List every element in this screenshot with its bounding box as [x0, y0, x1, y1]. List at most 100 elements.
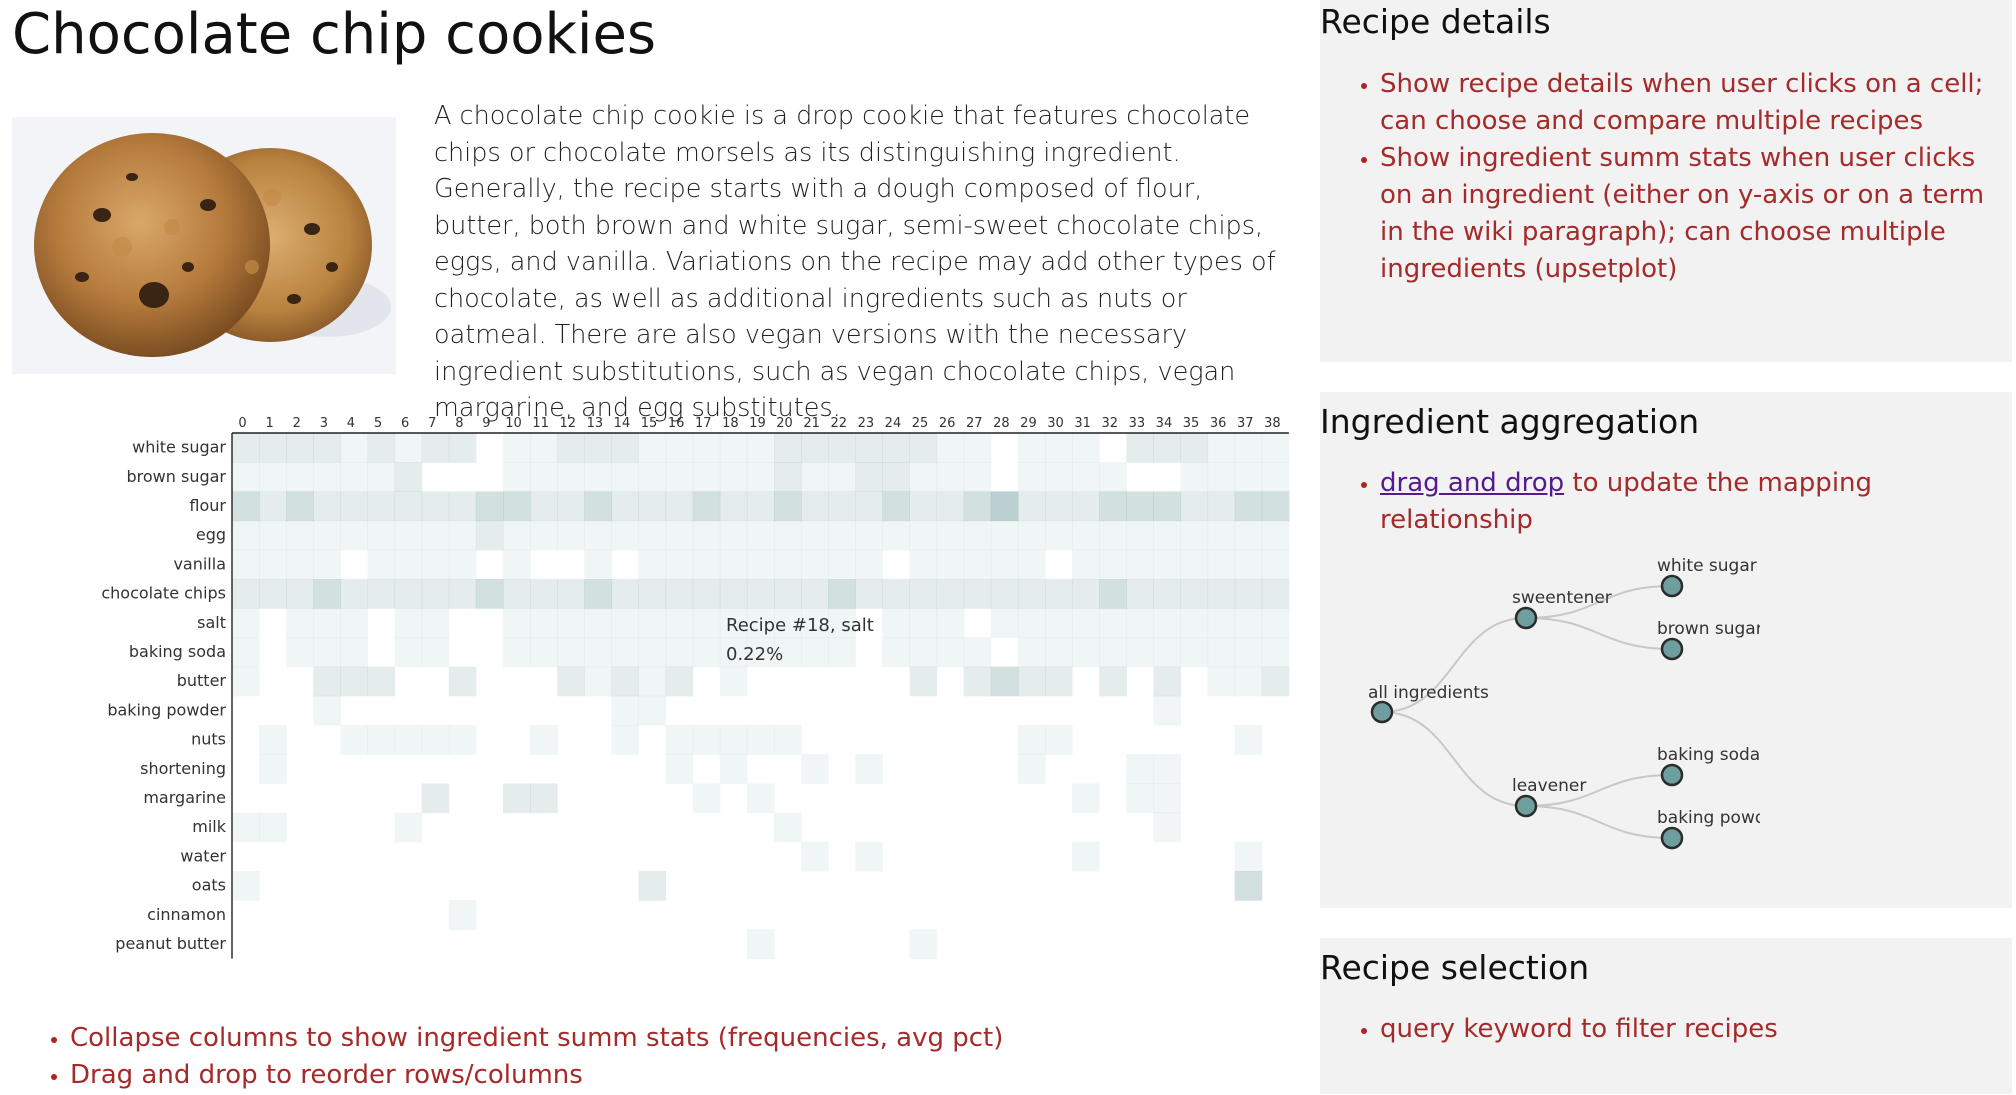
heatmap-column-label[interactable]: 23 [858, 416, 875, 431]
heatmap-column-label[interactable]: 13 [587, 416, 604, 431]
heatmap-cell[interactable] [1153, 433, 1181, 463]
heatmap-cell[interactable] [557, 433, 585, 463]
heatmap-cell[interactable] [801, 491, 829, 522]
heatmap-cell[interactable] [665, 520, 694, 551]
heatmap-row-label[interactable]: egg [196, 525, 226, 544]
heatmap-column-label[interactable]: 30 [1047, 416, 1064, 431]
heatmap-cell[interactable] [1072, 783, 1100, 814]
heatmap-cell[interactable] [855, 433, 883, 463]
heatmap-cell[interactable] [719, 725, 748, 755]
heatmap-cell[interactable] [909, 491, 938, 522]
heatmap-cell[interactable] [774, 433, 802, 463]
heatmap-cell[interactable] [1126, 637, 1154, 668]
heatmap-row-label[interactable]: baking powder [107, 700, 226, 719]
heatmap-cell[interactable] [1207, 637, 1236, 668]
heatmap-row-label[interactable]: oats [192, 876, 226, 895]
heatmap-row-label[interactable]: flour [189, 496, 226, 515]
heatmap-column-label[interactable]: 33 [1129, 416, 1146, 431]
heatmap-cell[interactable] [1234, 549, 1263, 580]
heatmap-cell[interactable] [855, 491, 883, 522]
heatmap-cell[interactable] [1180, 520, 1209, 551]
heatmap-cell[interactable] [367, 725, 396, 755]
heatmap-cell[interactable] [990, 520, 1019, 551]
heatmap-cell[interactable] [638, 695, 667, 726]
heatmap-cell[interactable] [421, 520, 450, 551]
heatmap-cell[interactable] [584, 666, 612, 697]
heatmap-column-label[interactable]: 12 [559, 416, 576, 431]
heatmap-cell[interactable] [1072, 491, 1100, 522]
heatmap-column-label[interactable]: 1 [266, 416, 274, 431]
heatmap-cell[interactable] [286, 433, 314, 463]
heatmap-cell[interactable] [503, 462, 531, 492]
heatmap-cell[interactable] [719, 754, 748, 784]
heatmap-cell[interactable] [557, 491, 585, 522]
heatmap-column-label[interactable]: 36 [1210, 416, 1227, 431]
heatmap-cell[interactable] [1045, 608, 1073, 638]
heatmap-cell[interactable] [611, 520, 639, 551]
heatmap-cell[interactable] [746, 433, 775, 463]
heatmap-cell[interactable] [774, 491, 802, 522]
heatmap-cell[interactable] [611, 433, 639, 463]
heatmap-row-label[interactable]: vanilla [173, 554, 226, 573]
heatmap-column-label[interactable]: 35 [1183, 416, 1200, 431]
heatmap-cell[interactable] [1017, 549, 1046, 580]
heatmap-cell[interactable] [1099, 549, 1127, 580]
heatmap-cell[interactable] [530, 637, 558, 668]
heatmap-cell[interactable] [394, 433, 423, 463]
heatmap-cell[interactable] [584, 433, 612, 463]
heatmap-cell[interactable] [1207, 433, 1236, 463]
heatmap-cell[interactable] [1153, 579, 1181, 609]
heatmap-cell[interactable] [855, 549, 883, 580]
heatmap-column-label[interactable]: 3 [320, 416, 328, 431]
heatmap-cell[interactable] [882, 608, 910, 638]
heatmap-column-label[interactable]: 20 [776, 416, 793, 431]
heatmap-cell[interactable] [828, 579, 856, 609]
heatmap-cell[interactable] [1072, 841, 1100, 872]
heatmap-row-label[interactable]: peanut butter [115, 934, 226, 953]
heatmap-cell[interactable] [1045, 491, 1073, 522]
heatmap-cell[interactable] [313, 433, 341, 463]
heatmap-cell[interactable] [313, 608, 341, 638]
heatmap-cell[interactable] [1153, 754, 1181, 784]
heatmap-cell[interactable] [828, 520, 856, 551]
heatmap-cell[interactable] [1099, 462, 1127, 492]
heatmap-cell[interactable] [1126, 520, 1154, 551]
heatmap-cell[interactable] [1126, 579, 1154, 609]
heatmap-column-label[interactable]: 2 [293, 416, 301, 431]
heatmap-cell[interactable] [340, 491, 368, 522]
heatmap-cell[interactable] [1017, 462, 1046, 492]
heatmap-cell[interactable] [1126, 549, 1154, 580]
heatmap-cell[interactable] [286, 579, 314, 609]
heatmap-cell[interactable] [394, 462, 423, 492]
heatmap-row-label[interactable]: white sugar [132, 438, 226, 457]
heatmap-cell[interactable] [719, 462, 748, 492]
heatmap-cell[interactable] [394, 520, 423, 551]
heatmap-cell[interactable] [963, 462, 992, 492]
heatmap-cell[interactable] [557, 462, 585, 492]
heatmap-cell[interactable] [340, 520, 368, 551]
heatmap-cell[interactable] [421, 783, 450, 814]
heatmap-cell[interactable] [584, 491, 612, 522]
heatmap-cell[interactable] [990, 579, 1019, 609]
heatmap-cell[interactable] [963, 579, 992, 609]
heatmap-cell[interactable] [584, 579, 612, 609]
heatmap-cell[interactable] [1180, 462, 1209, 492]
heatmap-cell[interactable] [1099, 579, 1127, 609]
heatmap-cell[interactable] [1180, 608, 1209, 638]
heatmap-cell[interactable] [963, 520, 992, 551]
heatmap-cell[interactable] [963, 637, 992, 668]
heatmap-column-label[interactable]: 6 [401, 416, 409, 431]
heatmap-cell[interactable] [259, 433, 287, 463]
heatmap-column-label[interactable]: 22 [830, 416, 847, 431]
heatmap-cell[interactable] [259, 520, 287, 551]
heatmap-column-label[interactable]: 5 [374, 416, 382, 431]
heatmap-cell[interactable] [1234, 491, 1263, 522]
heatmap-cell[interactable] [1045, 725, 1073, 755]
heatmap-cell[interactable] [692, 433, 721, 463]
heatmap-cell[interactable] [394, 812, 423, 843]
heatmap-cell[interactable] [1153, 783, 1181, 814]
heatmap-cell[interactable] [286, 520, 314, 551]
heatmap-cell[interactable] [503, 520, 531, 551]
heatmap-cell[interactable] [448, 900, 477, 930]
heatmap-cell[interactable] [665, 462, 694, 492]
